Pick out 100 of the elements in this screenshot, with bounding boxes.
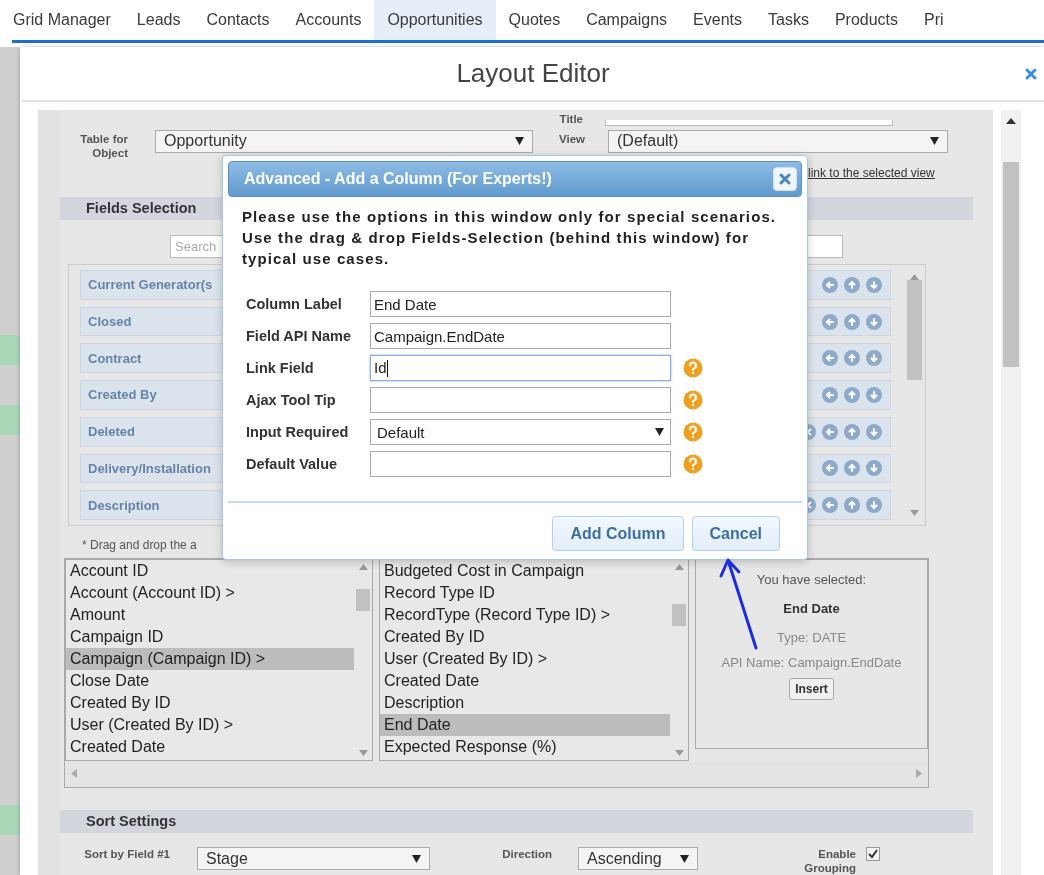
nav-tab[interactable]: Leads <box>123 0 194 40</box>
field-name: Delivery/Installation <box>88 460 211 476</box>
view-link[interactable]: link to the selected view <box>808 165 935 180</box>
list-option[interactable]: Created Date <box>380 669 670 692</box>
info-heading: You have selected: <box>756 571 867 587</box>
scrollbar[interactable] <box>1001 110 1021 875</box>
field-listbox[interactable]: Account ID Account (Account ID) > Amount Campaign ID Campaign (Campaign ID) > Close Date Created By ID User (Created By ID) > Created Date <box>65 558 373 761</box>
list-option[interactable]: End Date <box>380 713 670 736</box>
arrow-left-icon[interactable] <box>822 313 838 330</box>
caret-icon <box>930 137 939 146</box>
list-option[interactable]: Created By ID <box>66 691 354 714</box>
list-option[interactable]: Record Type ID <box>380 581 670 604</box>
arrow-down-icon[interactable] <box>866 313 882 330</box>
scrollbar-thumb[interactable] <box>1003 162 1019 367</box>
close-icon[interactable] <box>779 173 791 185</box>
arrow-left-icon[interactable] <box>822 350 838 367</box>
grouping-checkbox[interactable] <box>866 847 880 861</box>
scroll-down-icon[interactable] <box>674 749 684 756</box>
api-name: API Name: Campaign.EndDate <box>721 654 902 670</box>
list-option[interactable]: Amount <box>66 603 354 626</box>
list-option[interactable]: Campaign ID <box>66 625 354 648</box>
arrow-up-icon[interactable] <box>844 387 860 403</box>
field-name: Contract <box>88 350 142 366</box>
arrow-down-icon[interactable] <box>866 423 882 440</box>
cancel-button[interactable]: Cancel <box>691 516 780 551</box>
close-button[interactable] <box>773 167 797 191</box>
help-icon[interactable] <box>683 454 703 474</box>
list-option[interactable]: Created By ID <box>380 625 670 648</box>
list-option[interactable]: Expected Response (%) <box>380 735 670 758</box>
list-option[interactable]: Description <box>380 691 670 714</box>
form-label: Input Required <box>246 424 350 440</box>
scroll-down-icon[interactable] <box>358 749 368 756</box>
close-icon[interactable] <box>1024 67 1038 81</box>
arrow-left-icon[interactable] <box>822 460 838 477</box>
scroll-left-icon[interactable] <box>71 769 77 779</box>
arrow-up-icon[interactable] <box>844 497 860 514</box>
form-label: Ajax Tool Tip <box>246 392 337 408</box>
input-field[interactable]: End Date <box>370 291 671 317</box>
title-field[interactable] <box>605 119 893 126</box>
nav-tab[interactable]: Campaigns <box>573 0 681 40</box>
list-option[interactable]: Budgeted Cost in Campaign <box>380 559 670 582</box>
object-select[interactable]: Opportunity <box>155 129 533 153</box>
arrow-left-icon[interactable] <box>822 497 838 514</box>
arrow-up-icon[interactable] <box>844 460 860 477</box>
form-label: Link Field <box>246 360 315 376</box>
help-icon[interactable] <box>683 422 703 442</box>
arrow-left-icon[interactable] <box>822 387 838 403</box>
arrow-up-icon[interactable] <box>844 350 860 367</box>
field-label: Sort by Field #1 <box>83 847 170 861</box>
list-option[interactable]: User (Created By ID) > <box>66 713 354 736</box>
sort-field-select[interactable]: Stage <box>197 847 430 870</box>
list-option[interactable]: Close Date <box>66 669 354 692</box>
form-label: Column Label <box>246 296 343 312</box>
input-field[interactable]: Campaign.EndDate <box>370 323 671 349</box>
field-name: Deleted <box>88 424 135 440</box>
list-option[interactable]: RecordType (Record Type ID) > <box>380 603 670 626</box>
arrow-left-icon[interactable] <box>822 423 838 440</box>
list-option[interactable]: Campaign (Campaign ID) > <box>66 647 354 670</box>
nav-tab[interactable]: Contacts <box>193 0 283 40</box>
field-name: Created By <box>88 387 157 403</box>
window-title: Layout Editor <box>456 58 610 89</box>
scroll-down-icon[interactable] <box>910 509 919 516</box>
scrollbar-thumb[interactable] <box>672 603 686 626</box>
select-field[interactable]: Default <box>370 419 671 445</box>
nav-tab[interactable]: Opportunities <box>374 0 496 40</box>
list-option[interactable]: Created Date <box>66 735 354 758</box>
arrow-down-icon[interactable] <box>866 497 882 514</box>
arrow-up-icon[interactable] <box>844 423 860 440</box>
input-field[interactable]: Id <box>370 355 671 381</box>
field-listbox[interactable]: Budgeted Cost in Campaign Record Type ID RecordType (Record Type ID) > Created By ID User (Created By ID) > Created Date Description End Date Expected Response (%) <box>379 558 689 761</box>
scrollbar-thumb[interactable] <box>356 588 370 611</box>
nav-tab[interactable]: Products <box>821 0 912 40</box>
scroll-right-icon[interactable] <box>916 769 922 779</box>
input-field[interactable] <box>370 451 671 477</box>
nav-tab[interactable]: Quotes <box>495 0 574 40</box>
nav-tab[interactable]: Pri <box>911 0 957 40</box>
arrow-down-icon[interactable] <box>866 460 882 477</box>
arrow-left-icon[interactable] <box>822 276 838 293</box>
add-column-button[interactable]: Add Column <box>552 516 684 551</box>
scrollbar-thumb[interactable] <box>907 279 922 380</box>
arrow-down-icon[interactable] <box>866 276 882 293</box>
field-name: Description <box>88 497 160 513</box>
list-option[interactable]: Account ID <box>66 559 354 582</box>
insert-button[interactable]: Insert <box>789 677 834 700</box>
arrow-down-icon[interactable] <box>866 350 882 367</box>
scroll-up-icon[interactable] <box>1006 118 1016 124</box>
arrow-down-icon[interactable] <box>866 387 882 403</box>
nav-tab[interactable]: Grid Manager <box>0 0 124 40</box>
nav-tab[interactable]: Accounts <box>282 0 375 40</box>
nav-tab[interactable]: Tasks <box>755 0 822 40</box>
nav-tab[interactable]: Events <box>680 0 755 40</box>
direction-select[interactable]: Ascending <box>578 847 698 870</box>
help-icon[interactable] <box>683 358 703 378</box>
list-option[interactable]: Account (Account ID) > <box>66 581 354 604</box>
input-field[interactable] <box>370 387 671 413</box>
arrow-up-icon[interactable] <box>844 276 860 293</box>
help-icon[interactable] <box>683 390 703 410</box>
view-select[interactable]: (Default) <box>608 129 948 153</box>
arrow-up-icon[interactable] <box>844 313 860 330</box>
list-option[interactable]: User (Created By ID) > <box>380 647 670 670</box>
